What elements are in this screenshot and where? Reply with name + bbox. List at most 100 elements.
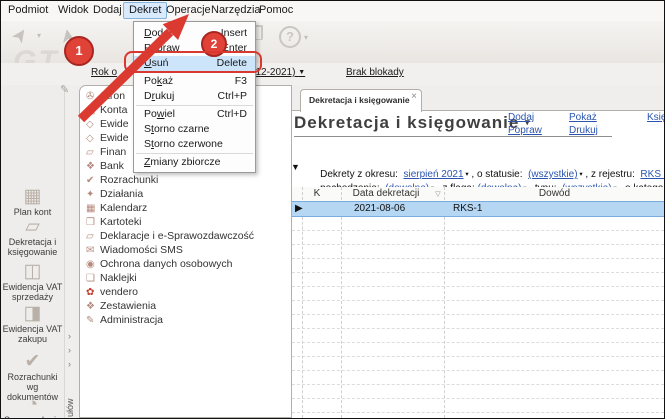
tree-item-kartoteki[interactable]: ❒Kartoteki [86, 215, 141, 229]
back-tool-icon[interactable]: ➤ [55, 26, 83, 46]
ksieguj-link[interactable]: Księguj [647, 112, 665, 123]
close-tab-icon[interactable]: × [411, 91, 417, 102]
column-header-dowod[interactable]: Dowód [447, 188, 662, 199]
application-window: Podmiot Widok Dodaj Dekret Operacje Narz… [0, 0, 665, 419]
tree-item-ewidencja-1[interactable]: ◇Ewide [86, 117, 129, 131]
brak-blokady-link[interactable]: Brak blokady [346, 67, 404, 78]
menu-item-storno-czarne[interactable]: Storno czarne [134, 122, 255, 137]
tree-icon: ▦ [86, 202, 100, 216]
sidebar-item-vat-zakupu[interactable]: ◨ Ewidencja VAT zakupu [1, 303, 64, 344]
help-icon[interactable]: ? [279, 26, 301, 48]
tree-label: Deklaracje i e-Sprawozdawczość [100, 230, 254, 242]
label: odaj [152, 27, 172, 39]
tree-icon: ✇ [86, 90, 100, 104]
chevron-right-icon[interactable]: › [68, 331, 71, 341]
tree-label: Finan [100, 146, 126, 158]
tree-item-konta[interactable]: ▤Konta [86, 103, 127, 117]
tree-icon: ◇ [86, 132, 100, 146]
tab-label: Dekretacja i księgowanie [309, 95, 410, 105]
tree-icon: ◉ [86, 258, 100, 272]
rozrachunki-icon: ✔ [1, 351, 64, 372]
tree-item-finanse[interactable]: ▱Finan [86, 145, 126, 159]
plan-kont-icon: ▦ [1, 186, 64, 207]
label: iel [164, 108, 175, 120]
popraw-link[interactable]: Popraw [508, 125, 542, 136]
tree-label: Konta [100, 104, 127, 116]
help-caret-icon[interactable]: ▾ [304, 33, 308, 42]
menu-item-drukuj[interactable]: DrukujCtrl+P [134, 89, 255, 104]
tree-label: Rozrachunki [100, 174, 158, 186]
menu-bar: Podmiot Widok Dodaj Dekret Operacje Narz… [1, 1, 664, 22]
tree-item-ewidencja-2[interactable]: ◇Ewide [86, 131, 129, 145]
tree-item-zestawienia[interactable]: ❖Zestawienia [86, 299, 156, 313]
tree-item-strona[interactable]: ✇Stron [86, 89, 125, 103]
menu-item-pokaz[interactable]: PokażF3 [134, 74, 255, 89]
rok-caret-icon: ▼ [298, 69, 305, 76]
tree-item-bank[interactable]: ❖Bank [86, 159, 124, 173]
menu-pomoc[interactable]: Pomoc [254, 2, 298, 19]
chevron-right-icon[interactable]: › [68, 359, 71, 369]
menu-item-usun[interactable]: UsuńDelete [134, 56, 255, 71]
tree-item-wiadomosci-sms[interactable]: ✉Wiadomości SMS [86, 243, 183, 257]
menu-podmiot[interactable]: Podmiot [3, 2, 53, 19]
tree-item-rozrachunki[interactable]: ✔Rozrachunki [86, 173, 158, 187]
tab-dekretacja-i-ksiegowanie[interactable]: Dekretacja i księgowanie × [300, 89, 422, 112]
tree-label: Kartoteki [100, 216, 141, 228]
sort-icon: ▽ [433, 190, 443, 198]
modules-vertical-tab[interactable]: ułów [65, 398, 75, 417]
shortcut: Insert [221, 26, 247, 41]
label: D [144, 27, 152, 39]
sidebar-item-dekretacja[interactable]: ▱ Dekretacja i księgowanie [1, 216, 64, 257]
menu-item-dodaj[interactable]: Dodaj Insert [134, 26, 255, 41]
tree-label: Zestawienia [100, 300, 156, 312]
sidebar-item-plan-kont[interactable]: ▦ Plan kont [1, 186, 64, 217]
tree-item-ochrona-danych[interactable]: ◉Ochrona danych osobowych [86, 257, 233, 271]
menu-item-popraw[interactable]: PoprawEnter [134, 41, 255, 56]
rok-obrotowy-link[interactable]: Rok o [91, 67, 117, 78]
menu-separator [136, 153, 253, 154]
status-row: Rok o 31-12-2021) ▼ Brak blokady [1, 63, 664, 85]
tree-icon: ❒ [86, 216, 100, 230]
sidebar-label: Ewidencja VAT [1, 324, 64, 334]
menu-item-zmiany-zbiorcze[interactable]: Zmiany zbiorcze [134, 155, 255, 170]
drukuj-link[interactable]: Drukuj [569, 125, 598, 136]
label: suń [152, 57, 169, 69]
tree-item-kalendarz[interactable]: ▦Kalendarz [86, 201, 147, 215]
label: U [144, 57, 152, 69]
select-tool-caret-icon[interactable]: ▾ [37, 31, 41, 40]
tree-icon: ❏ [86, 272, 100, 286]
menu-item-storno-czerwone[interactable]: Storno czerwone [134, 137, 255, 152]
dodaj-link[interactable]: Dodaj [508, 112, 534, 123]
tree-item-vendero[interactable]: ✿vendero [86, 285, 138, 299]
table-row-selected[interactable]: ▶ 2021-08-06 RKS-1 [292, 201, 664, 217]
menu-dodaj[interactable]: Dodaj [88, 2, 127, 19]
sidebar-label: Ewidencja VAT [1, 282, 64, 292]
sidebar-label: Dekretacja i [1, 237, 64, 247]
menu-separator [136, 105, 253, 106]
panel-pin-icon[interactable]: ✎ [60, 83, 69, 96]
menu-item-powiel[interactable]: PowielCtrl+D [134, 107, 255, 122]
tree-label: Stron [100, 90, 125, 102]
label: opraw [151, 42, 180, 54]
tree-item-dzialania[interactable]: ✦Działania [86, 187, 143, 201]
cell-dowod: RKS-1 [453, 203, 482, 214]
tree-item-naklejki[interactable]: ❏Naklejki [86, 271, 137, 285]
sidebar-label: księgowanie [1, 247, 64, 257]
chevron-right-icon[interactable]: › [68, 345, 71, 355]
sidebar-item-sprawozdania[interactable]: ◔ Sprawozdania [1, 394, 64, 419]
pokaz-link[interactable]: Pokaż [569, 112, 597, 123]
column-header-data-dekretacji[interactable]: Data dekretacji [341, 188, 431, 199]
column-header-k[interactable]: K [302, 188, 332, 199]
tree-icon: ✿ [86, 286, 100, 300]
tree-item-deklaracje[interactable]: ▱Deklaracje i e-Sprawozdawczość [86, 229, 254, 243]
tree-item-administracja[interactable]: ✎Administracja [86, 313, 163, 327]
empty-grid-rows [292, 217, 664, 418]
filter-collapse-icon[interactable]: ▼ [291, 162, 300, 172]
sidebar-item-vat-sprzedazy[interactable]: ◫ Ewidencja VAT sprzedaży [1, 261, 64, 302]
tree-icon: ▱ [86, 230, 100, 244]
row-marker-icon: ▶ [295, 203, 303, 214]
sidebar-label: sprzedaży [1, 292, 64, 302]
cell-data-dekretacji: 2021-08-06 [354, 203, 405, 214]
page-title[interactable]: Dekretacja i księgowanie ▾ [294, 113, 612, 137]
column-divider [302, 187, 303, 418]
